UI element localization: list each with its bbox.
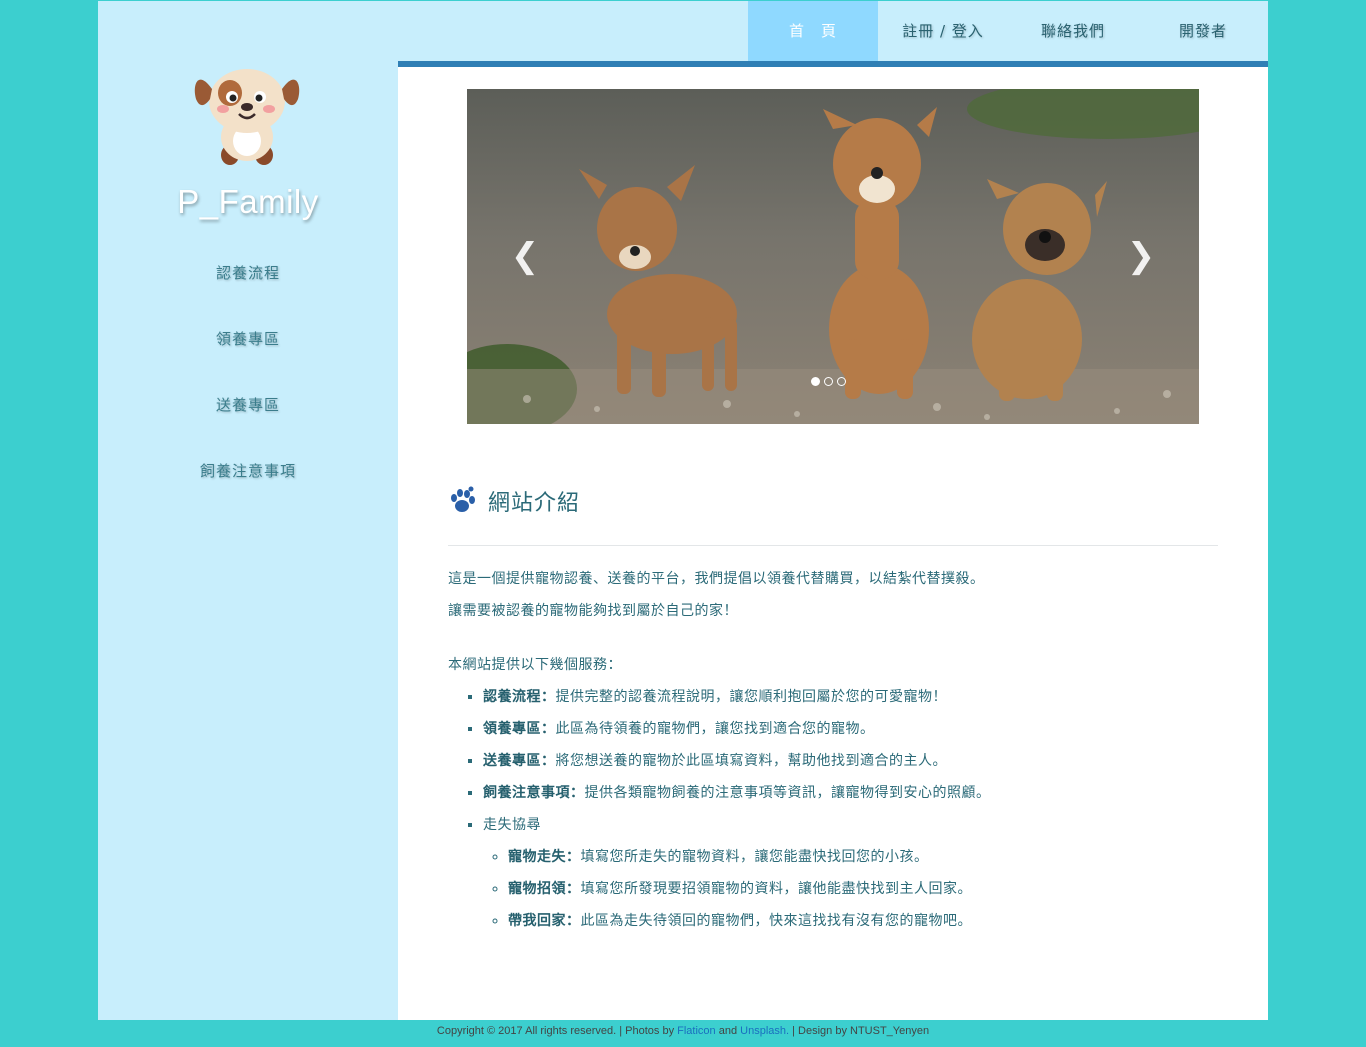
- footer-copyright: Copyright © 2017 All rights reserved. | …: [436, 1025, 678, 1037]
- brand-name: P_Family: [177, 183, 319, 220]
- sidebar-item-adopt[interactable]: 領養專區: [98, 329, 398, 395]
- nav-home[interactable]: 首 頁: [748, 1, 878, 61]
- lost-services-list: 寵物走失：填寫您所走失的寵物資料，讓您能盡快找回您的小孩。 寵物招領：填寫您所發…: [483, 841, 1228, 937]
- dog-logo-icon[interactable]: [192, 59, 304, 169]
- services-list: 認養流程：提供完整的認養流程說明，讓您順利抱回屬於您的可愛寵物！ 領養專區：此區…: [448, 681, 1228, 937]
- flaticon-link[interactable]: Flaticon: [677, 1025, 716, 1037]
- sidebar: P_Family 認養流程 領養專區 送養專區 飼養注意事項: [98, 1, 398, 1020]
- carousel-dot-1[interactable]: [811, 377, 820, 386]
- list-item: 帶我回家：此區為走失待領回的寵物們，快來這找找有沒有您的寵物吧。: [508, 905, 1228, 937]
- list-item: 飼養注意事項：提供各類寵物飼養的注意事項等資訊，讓寵物得到安心的照顧。: [483, 777, 1228, 809]
- sidebar-nav: 認養流程 領養專區 送養專區 飼養注意事項: [98, 263, 398, 527]
- sidebar-item-care-notes[interactable]: 飼養注意事項: [98, 461, 398, 527]
- nav-contact[interactable]: 聯絡我們: [1008, 1, 1138, 61]
- list-item: 走失協尋 寵物走失：填寫您所走失的寵物資料，讓您能盡快找回您的小孩。 寵物招領：…: [483, 809, 1228, 937]
- carousel-dot-3[interactable]: [837, 377, 846, 386]
- divider: [448, 545, 1218, 546]
- intro-content: 這是一個提供寵物認養、送養的平台，我們提倡以領養代替購買，以結紮代替撲殺。 讓需…: [448, 563, 1228, 937]
- nav-developer[interactable]: 開發者: [1138, 1, 1268, 61]
- paw-icon: [451, 486, 475, 512]
- intro-line-2: 讓需要被認養的寵物能夠找到屬於自己的家！: [448, 603, 738, 619]
- carousel-next-chevron-right-icon[interactable]: ❯: [1126, 239, 1156, 273]
- carousel-prev-chevron-left-icon[interactable]: ❮: [510, 239, 540, 273]
- sidebar-item-adoption-process[interactable]: 認養流程: [98, 263, 398, 329]
- intro-heading: 網站介紹: [448, 485, 580, 517]
- image-carousel[interactable]: ❮ ❯: [467, 89, 1199, 424]
- carousel-indicators: [811, 377, 846, 386]
- services-heading: 本網站提供以下幾個服務：: [448, 657, 622, 673]
- top-navbar: 首 頁 註冊 / 登入 聯絡我們 開發者: [398, 1, 1268, 67]
- carousel-dot-2[interactable]: [824, 377, 833, 386]
- list-item: 寵物走失：填寫您所走失的寵物資料，讓您能盡快找回您的小孩。: [508, 841, 1228, 873]
- intro-line-1: 這是一個提供寵物認養、送養的平台，我們提倡以領養代替購買，以結紮代替撲殺。: [448, 571, 985, 587]
- footer-design: | Design by NTUST_Yenyen: [789, 1025, 930, 1037]
- list-item: 送養專區：將您想送養的寵物於此區填寫資料，幫助他找到適合的主人。: [483, 745, 1228, 777]
- intro-title: 網站介紹: [488, 491, 581, 516]
- list-item: 領養專區：此區為待領養的寵物們，讓您找到適合您的寵物。: [483, 713, 1228, 745]
- unsplash-link[interactable]: Unsplash.: [740, 1025, 789, 1037]
- list-item: 認養流程：提供完整的認養流程說明，讓您順利抱回屬於您的可愛寵物！: [483, 681, 1228, 713]
- list-item: 寵物招領：填寫您所發現要招領寵物的資料，讓他能盡快找到主人回家。: [508, 873, 1228, 905]
- puppies-photo: [467, 89, 1199, 424]
- footer: Copyright © 2017 All rights reserved. | …: [0, 1025, 1366, 1037]
- footer-and: and: [715, 1025, 741, 1037]
- nav-register-login[interactable]: 註冊 / 登入: [878, 1, 1008, 61]
- top-nav: 首 頁 註冊 / 登入 聯絡我們 開發者: [748, 1, 1268, 61]
- sidebar-item-rehome[interactable]: 送養專區: [98, 395, 398, 461]
- page-frame: P_Family 認養流程 領養專區 送養專區 飼養注意事項 首 頁 註冊 / …: [98, 1, 1268, 1020]
